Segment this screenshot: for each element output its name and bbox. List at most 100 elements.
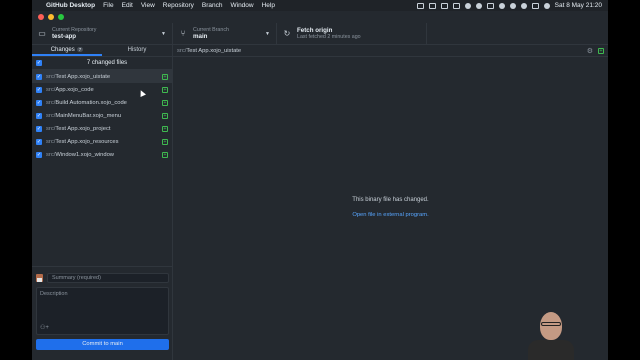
repo-name: test-app <box>52 33 77 40</box>
file-name: MainMenuBar.xojo_menu <box>55 112 122 119</box>
file-path: src/Window1.xojo_window <box>46 152 162 158</box>
chevron-down-icon: ▼ <box>161 31 166 37</box>
file-name: Test App.xojo_project <box>55 125 111 132</box>
added-status-icon: + <box>162 99 168 106</box>
file-name: Test App.xojo_uistate <box>55 73 111 80</box>
file-dir: src/ <box>46 86 56 93</box>
file-name: App.xojo_code <box>55 86 94 93</box>
tab-changes[interactable]: Changes 7 <box>32 45 102 56</box>
tab-history[interactable]: History <box>102 45 172 56</box>
refresh-icon: ↻ <box>283 29 291 38</box>
status-area: Sat 8 May 21:20 <box>416 2 602 9</box>
added-status-icon: + <box>162 73 168 80</box>
add-coauthor-icon[interactable]: ⚇+ <box>40 324 49 331</box>
file-path: src/Test App.xojo_project <box>46 126 162 132</box>
tab-changes-label: Changes <box>50 47 75 53</box>
binary-message: This binary file has changed. <box>352 197 429 203</box>
current-branch-selector[interactable]: ⑂ Current Branch main ▼ <box>173 23 277 44</box>
commit-panel: Summary (required) Description ⚇+ Commit… <box>32 266 173 360</box>
changed-files-header: ✓ 7 changed files <box>32 57 172 70</box>
bluetooth-icon[interactable] <box>498 2 505 9</box>
avatar <box>36 274 43 282</box>
app-menu[interactable]: GitHub Desktop <box>46 2 95 9</box>
file-row[interactable]: ✓ src/Test App.xojo_project + <box>32 122 172 135</box>
last-fetched-text: Last fetched 2 minutes ago <box>297 34 361 40</box>
menu-view[interactable]: View <box>141 2 155 9</box>
at-icon[interactable] <box>475 2 482 9</box>
display-icon[interactable] <box>428 2 436 9</box>
screen-record-icon[interactable] <box>416 2 424 9</box>
dropbox-icon[interactable] <box>464 2 471 9</box>
titlebar <box>32 11 608 23</box>
branch-name: main <box>193 33 208 40</box>
gear-icon[interactable]: ⚙ <box>587 47 593 55</box>
file-checkbox[interactable]: ✓ <box>36 86 42 93</box>
file-row[interactable]: ✓ src/Window1.xojo_window + <box>32 148 172 161</box>
file-checkbox[interactable]: ✓ <box>36 99 42 106</box>
file-row[interactable]: ✓ src/App.xojo_code + <box>32 83 172 96</box>
added-status-icon: + <box>162 125 168 132</box>
branch-icon: ⑂ <box>180 29 186 38</box>
file-row[interactable]: ✓ src/Build Automation.xojo_code + <box>32 96 172 109</box>
file-name: Test App.xojo_resources <box>55 138 119 145</box>
macos-menubar: GitHub Desktop File Edit View Repository… <box>32 0 608 11</box>
added-status-icon: + <box>598 47 604 54</box>
chevron-down-icon: ▼ <box>265 31 270 37</box>
control-center-icon[interactable] <box>531 2 539 9</box>
webcam-person-glasses <box>541 322 561 326</box>
current-repository-selector[interactable]: ▭ Current Repository test-app ▼ <box>32 23 173 44</box>
added-status-icon: + <box>162 138 168 145</box>
webcam-overlay <box>522 300 608 360</box>
clock[interactable]: Sat 8 May 21:20 <box>555 2 602 9</box>
diff-file-path: src/Test App.xojo_uistate <box>177 48 587 54</box>
file-dir: src/ <box>46 138 56 145</box>
file-checkbox[interactable]: ✓ <box>36 125 42 132</box>
diff-file-name: Test App.xojo_uistate <box>186 47 242 54</box>
description-placeholder: Description <box>40 291 68 297</box>
minimize-window-button[interactable] <box>48 14 54 20</box>
file-row[interactable]: ✓ src/Test App.xojo_resources + <box>32 135 172 148</box>
menu-help[interactable]: Help <box>262 2 275 9</box>
file-checkbox[interactable]: ✓ <box>36 151 42 158</box>
file-checkbox[interactable]: ✓ <box>36 112 42 119</box>
file-row[interactable]: ✓ src/Test App.xojo_uistate + <box>32 70 172 83</box>
description-field[interactable]: Description ⚇+ <box>36 287 169 335</box>
sidebar: Changes 7 History ✓ 7 changed files ✓ src… <box>32 45 173 360</box>
file-name: Build Automation.xojo_code <box>55 99 127 106</box>
wifi-icon[interactable] <box>509 2 516 9</box>
app-status-icon[interactable] <box>452 2 460 9</box>
file-checkbox[interactable]: ✓ <box>36 138 42 145</box>
spotlight-icon[interactable] <box>520 2 527 9</box>
chat-icon[interactable] <box>440 2 448 9</box>
file-name: Window1.xojo_window <box>55 151 114 158</box>
toolbar: ▭ Current Repository test-app ▼ ⑂ Curren… <box>32 23 608 45</box>
added-status-icon: + <box>162 86 168 93</box>
zoom-window-button[interactable] <box>58 14 64 20</box>
menu-edit[interactable]: Edit <box>122 2 133 9</box>
summary-row: Summary (required) <box>36 273 169 283</box>
file-row[interactable]: ✓ src/MainMenuBar.xojo_menu + <box>32 109 172 122</box>
window-controls <box>38 14 64 20</box>
file-dir: src/ <box>46 112 56 119</box>
menu-window[interactable]: Window <box>230 2 253 9</box>
close-window-button[interactable] <box>38 14 44 20</box>
changed-files-count: 7 changed files <box>86 60 128 66</box>
file-path: src/Build Automation.xojo_code <box>46 100 162 106</box>
file-path: src/MainMenuBar.xojo_menu <box>46 113 162 119</box>
menu-repository[interactable]: Repository <box>163 2 194 9</box>
summary-input[interactable]: Summary (required) <box>47 273 169 283</box>
webcam-person-body <box>528 340 574 360</box>
commit-button[interactable]: Commit to main <box>36 339 169 350</box>
open-external-link[interactable]: Open file in external program. <box>173 212 608 218</box>
fetch-origin-button[interactable]: ↻ Fetch origin Last fetched 2 minutes ag… <box>277 23 427 44</box>
added-status-icon: + <box>162 151 168 158</box>
keyboard-icon[interactable] <box>486 2 494 9</box>
sidebar-tabs: Changes 7 History <box>32 45 172 57</box>
diff-header: src/Test App.xojo_uistate ⚙ + <box>173 45 608 57</box>
file-list: ✓ src/Test App.xojo_uistate + ✓ src/App.… <box>32 70 172 161</box>
menu-file[interactable]: File <box>103 2 113 9</box>
file-path: src/Test App.xojo_uistate <box>46 74 162 80</box>
siri-icon[interactable] <box>543 2 550 9</box>
menu-branch[interactable]: Branch <box>202 2 223 9</box>
file-checkbox[interactable]: ✓ <box>36 73 42 80</box>
